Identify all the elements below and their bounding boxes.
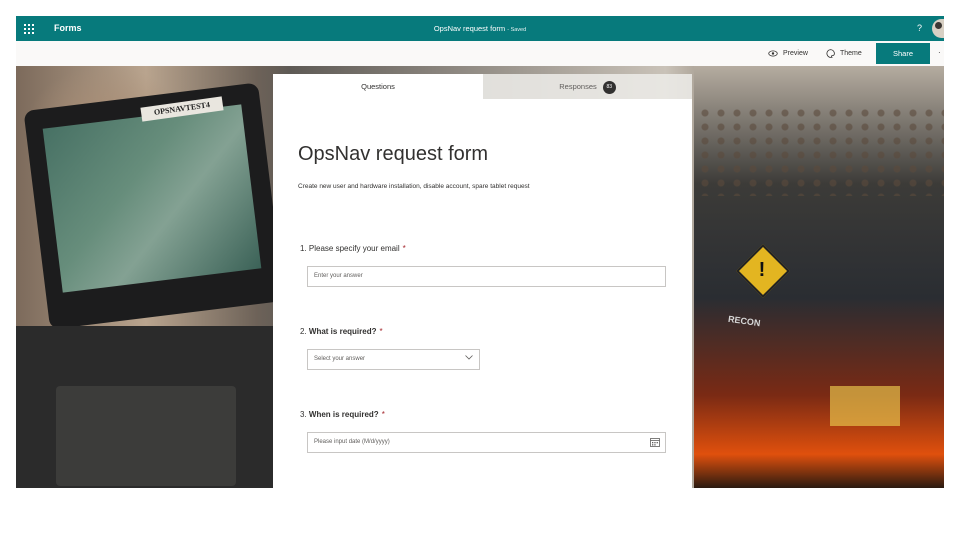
palette-icon [826,48,835,58]
date-field-placeholder: Please input date (M/d/yyyy) [314,439,390,445]
save-status: - Saved [507,27,527,33]
required-marker: * [402,244,406,253]
required-marker: * [379,327,383,336]
document-title: OpsNav request form - Saved [16,16,944,43]
email-field[interactable]: Enter your answer [307,266,666,287]
requirement-select-placeholder: Select your answer [314,356,366,362]
theme-label: Theme [840,50,862,57]
calendar-icon[interactable] [650,437,660,456]
eye-icon [768,50,778,57]
question-2-label: 2. What is required? * [300,327,383,336]
tab-responses-label: Responses [559,82,597,91]
background-display-box [830,386,900,426]
question-1-label: 1. Please specify your email * [300,244,406,253]
avatar[interactable] [932,19,944,38]
background-tablet-screen [42,104,262,293]
tab-questions[interactable]: Questions [273,74,483,99]
date-field[interactable]: Please input date (M/d/yyyy) [307,432,666,453]
email-field-placeholder: Enter your answer [314,273,363,279]
responses-count-badge: 83 [602,80,616,94]
form-card: OpsNav request form Create new user and … [273,99,692,488]
requirement-select[interactable]: Select your answer [307,349,480,370]
question-1-number: 1. [300,244,307,253]
preview-button[interactable]: Preview [768,41,808,66]
form-tabs: Questions Responses 83 [273,74,692,99]
background-dots [698,106,944,196]
question-3-text: When is required? [308,410,379,419]
command-bar: Preview Theme Share · [16,41,944,66]
more-options-button[interactable]: · [938,41,941,64]
tab-questions-label: Questions [361,82,395,91]
theme-button[interactable]: Theme [826,41,862,66]
form-description[interactable]: Create new user and hardware installatio… [298,183,530,190]
question-3-label: 3. When is required? * [300,410,385,419]
help-button[interactable]: ? [917,16,922,41]
chevron-down-icon [465,350,473,369]
tab-responses[interactable]: Responses 83 [483,74,692,99]
preview-label: Preview [783,50,808,57]
form-name: OpsNav request form [433,24,506,33]
share-button[interactable]: Share [876,43,930,64]
question-2-number: 2. [300,327,307,336]
required-marker: * [381,410,385,419]
question-1-text: Please specify your email [308,244,400,253]
warning-mark: ! [758,259,766,281]
form-title[interactable]: OpsNav request form [298,143,488,166]
top-bar: Forms OpsNav request form - Saved ? [16,16,944,41]
question-3-number: 3. [300,410,307,419]
question-2-text: What is required? [308,327,377,336]
background-console-panel [56,386,236,486]
